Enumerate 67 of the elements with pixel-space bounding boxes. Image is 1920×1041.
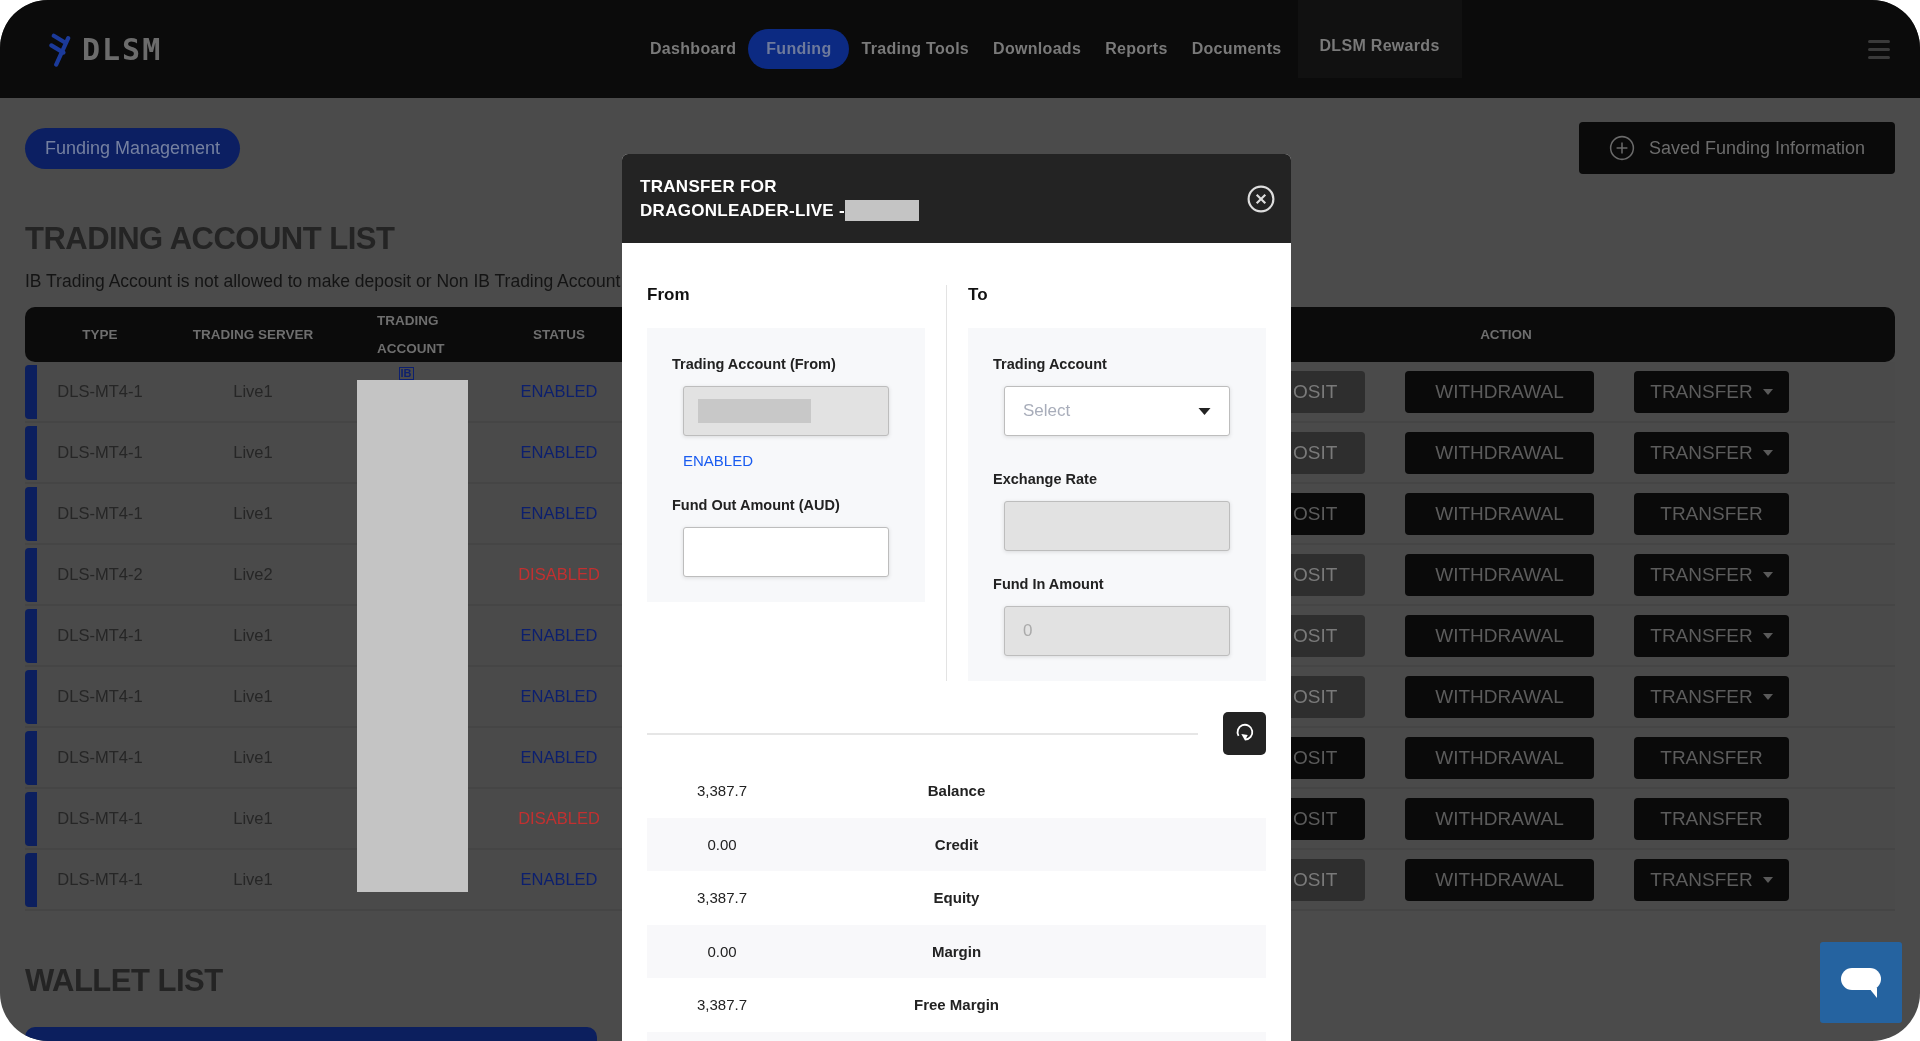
nav-tab[interactable]: Trading Tools xyxy=(849,29,982,69)
saved-funding-button[interactable]: Saved Funding Information xyxy=(1579,122,1895,174)
transfer-button[interactable]: TRANSFER xyxy=(1634,492,1789,535)
stat-value: 0.00 xyxy=(706,835,738,853)
status-text: ENABLED xyxy=(519,687,599,706)
withdrawal-button[interactable]: WITHDRAWAL xyxy=(1405,736,1594,779)
column-header: TRADING ACCOUNT xyxy=(376,312,446,358)
status-text: ENABLED xyxy=(683,452,755,470)
stat-value: 0.00 xyxy=(706,942,738,960)
withdrawal-button[interactable]: WITHDRAWAL xyxy=(1405,370,1594,413)
ib-badge: IB xyxy=(398,367,414,380)
column-header: TYPE xyxy=(81,326,119,344)
transfer-button[interactable]: TRANSFER xyxy=(1634,736,1789,779)
transfer-button[interactable]: TRANSFER xyxy=(1634,797,1789,840)
status-text: DISABLED xyxy=(517,809,601,828)
status-text: ENABLED xyxy=(519,443,599,462)
withdrawal-button[interactable]: WITHDRAWAL xyxy=(1405,492,1594,535)
stat-label: Margin xyxy=(930,942,983,960)
column-heading: From xyxy=(647,285,691,306)
nav-tab[interactable]: DLSM Rewards xyxy=(1297,0,1462,78)
nav-tab[interactable]: Documents xyxy=(1179,29,1294,69)
transfer-button[interactable]: TRANSFER xyxy=(1634,614,1789,657)
column-header: ACTION xyxy=(1479,326,1533,344)
field-label: Fund In Amount xyxy=(993,575,1105,593)
column-header: STATUS xyxy=(532,326,586,344)
withdrawal-button[interactable]: WITHDRAWAL xyxy=(1405,797,1594,840)
transfer-button[interactable]: TRANSFER xyxy=(1634,553,1789,596)
status-text: ENABLED xyxy=(519,748,599,767)
stat-label: Credit xyxy=(933,835,980,853)
field-label: Trading Account xyxy=(993,355,1108,373)
modal-title: TRANSFER FOR xyxy=(640,175,778,198)
deposit-button[interactable]: OSIT xyxy=(1291,797,1365,840)
transfer-button[interactable]: TRANSFER xyxy=(1634,370,1789,413)
transfer-button[interactable]: TRANSFER xyxy=(1634,431,1789,474)
logo-text: DLSM xyxy=(82,31,163,67)
nav-tab[interactable]: Downloads xyxy=(981,29,1094,69)
stat-label: Balance xyxy=(926,782,987,800)
field-label: Fund Out Amount (AUD) xyxy=(672,496,841,514)
status-text: ENABLED xyxy=(519,626,599,645)
withdrawal-button[interactable]: WITHDRAWAL xyxy=(1405,858,1594,901)
field-label: Exchange Rate xyxy=(993,470,1098,488)
transfer-button[interactable]: TRANSFER xyxy=(1634,675,1789,718)
status-text: ENABLED xyxy=(519,870,599,889)
withdrawal-button[interactable]: WITHDRAWAL xyxy=(1405,675,1594,718)
nav-tab[interactable]: Funding xyxy=(748,29,850,69)
status-text: ENABLED xyxy=(519,504,599,523)
status-text: ENABLED xyxy=(519,382,599,401)
field-label: Trading Account (From) xyxy=(672,355,837,373)
withdrawal-button[interactable]: WITHDRAWAL xyxy=(1405,614,1594,657)
stat-value: 3,387.7 xyxy=(695,782,748,800)
nav-tab[interactable]: Dashboard xyxy=(638,29,749,69)
deposit-button[interactable]: OSIT xyxy=(1291,736,1365,779)
status-text: DISABLED xyxy=(517,565,601,584)
deposit-button[interactable]: OSIT xyxy=(1291,492,1365,535)
stat-label: Equity xyxy=(932,889,981,907)
stat-label: Free Margin xyxy=(913,996,1000,1014)
column-header: TRADING SERVER xyxy=(191,326,315,344)
withdrawal-button[interactable]: WITHDRAWAL xyxy=(1405,431,1594,474)
modal-title: DRAGONLEADER-LIVE - xyxy=(640,199,845,222)
select-dropdown[interactable]: Select xyxy=(1004,386,1230,436)
stat-value: 3,387.7 xyxy=(695,996,748,1014)
withdrawal-button[interactable]: WITHDRAWAL xyxy=(1405,553,1594,596)
stat-value: 3,387.7 xyxy=(695,889,748,907)
transfer-button[interactable]: TRANSFER xyxy=(1634,858,1789,901)
funding-management-button[interactable]: Funding Management xyxy=(25,127,241,169)
nav-tab[interactable]: Reports xyxy=(1093,29,1180,69)
column-heading: To xyxy=(968,285,989,306)
